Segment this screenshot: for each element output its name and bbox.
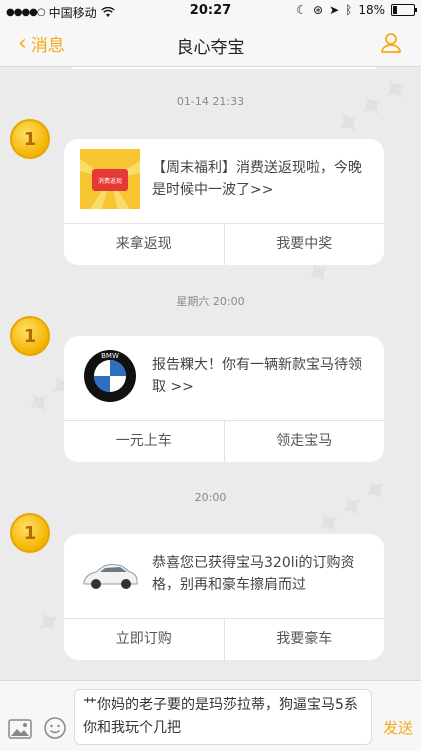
action-button[interactable]: 来拿返现 (64, 224, 224, 265)
image-icon[interactable] (8, 719, 32, 739)
message-timestamp: 20:00 (194, 491, 227, 504)
location-icon: ➤ (329, 3, 340, 17)
bluetooth-icon: ᛒ (345, 3, 353, 17)
message-text: 恭喜您已获得宝马320li的订购资格，别再和豪车擦肩而过 (152, 555, 355, 593)
message-body[interactable]: 消费返现 【周末福利】消费送返现啦，今晚是时候中一波了>> (64, 139, 384, 224)
user-icon[interactable] (379, 31, 403, 55)
input-bar: 艹你妈的老子要的是玛莎拉蒂，狗逼宝马5系你和我玩个几把 发送 (0, 680, 421, 751)
message-actions: 来拿返现 我要中奖 (64, 224, 384, 265)
message-text: 【周末福利】消费送返现啦，今晚是时候中一波了>> (152, 160, 362, 198)
coin-avatar[interactable]: 1 (10, 513, 50, 553)
message-body[interactable]: BMW 报告粿大！你有一辆新款宝马待领取 >> (64, 336, 384, 421)
rotation-lock-icon: ⊛ (313, 3, 324, 17)
action-button[interactable]: 领走宝马 (223, 421, 385, 462)
send-button[interactable]: 发送 (383, 717, 413, 738)
message-card: 恭喜您已获得宝马320li的订购资格，别再和豪车擦肩而过 立即订购 我要豪车 (64, 534, 384, 660)
battery-percent: 18% (358, 3, 385, 17)
message-timestamp: 星期六 20:00 (176, 295, 245, 308)
message-timestamp: 01-14 21:33 (176, 95, 245, 108)
coin-avatar[interactable]: 1 (10, 316, 50, 356)
page-title: 良心夺宝 (176, 38, 245, 58)
cashback-thumbnail: 消费返现 (80, 149, 140, 209)
coin-avatar[interactable]: 1 (10, 119, 50, 159)
message-body[interactable]: 恭喜您已获得宝马320li的订购资格，别再和豪车擦肩而过 (64, 534, 384, 619)
logo-label: BMW (101, 352, 119, 360)
previous-card-edge (65, 67, 383, 69)
message-actions: 一元上车 领走宝马 (64, 421, 384, 462)
message-card: 消费返现 【周末福利】消费送返现啦，今晚是时候中一波了>> 来拿返现 我要中奖 (64, 139, 384, 265)
chat-area[interactable]: ✦✦✦ ✦✦✦ ✦✦✦ ✦✦✦ ✦✦✦ 01-14 21:33 1 消费返现 【… (0, 67, 421, 680)
action-button[interactable]: 我要豪车 (223, 619, 385, 660)
message-input[interactable]: 艹你妈的老子要的是玛莎拉蒂，狗逼宝马5系你和我玩个几把 (74, 689, 372, 745)
message-card: BMW 报告粿大！你有一辆新款宝马待领取 >> 一元上车 领走宝马 (64, 336, 384, 462)
emoji-icon[interactable] (44, 717, 66, 739)
car-thumbnail (83, 564, 138, 589)
status-bar: ●●●●○ 中国移动 20:27 ☾ ⊛ ➤ ᛒ 18% (0, 0, 421, 22)
moon-icon: ☾ (296, 3, 307, 17)
nav-bar: ‹ 消息 良心夺宝 (0, 22, 421, 67)
action-button[interactable]: 立即订购 (64, 619, 224, 660)
action-button[interactable]: 我要中奖 (223, 224, 385, 265)
bmw-logo-thumbnail: BMW (84, 350, 136, 402)
action-button[interactable]: 一元上车 (64, 421, 224, 462)
battery-icon (391, 4, 417, 16)
message-text: 报告粿大！你有一辆新款宝马待领取 >> (152, 357, 362, 395)
message-actions: 立即订购 我要豪车 (64, 619, 384, 660)
status-right: ☾ ⊛ ➤ ᛒ 18% (296, 3, 417, 17)
thumbnail-label: 消费返现 (98, 177, 122, 185)
